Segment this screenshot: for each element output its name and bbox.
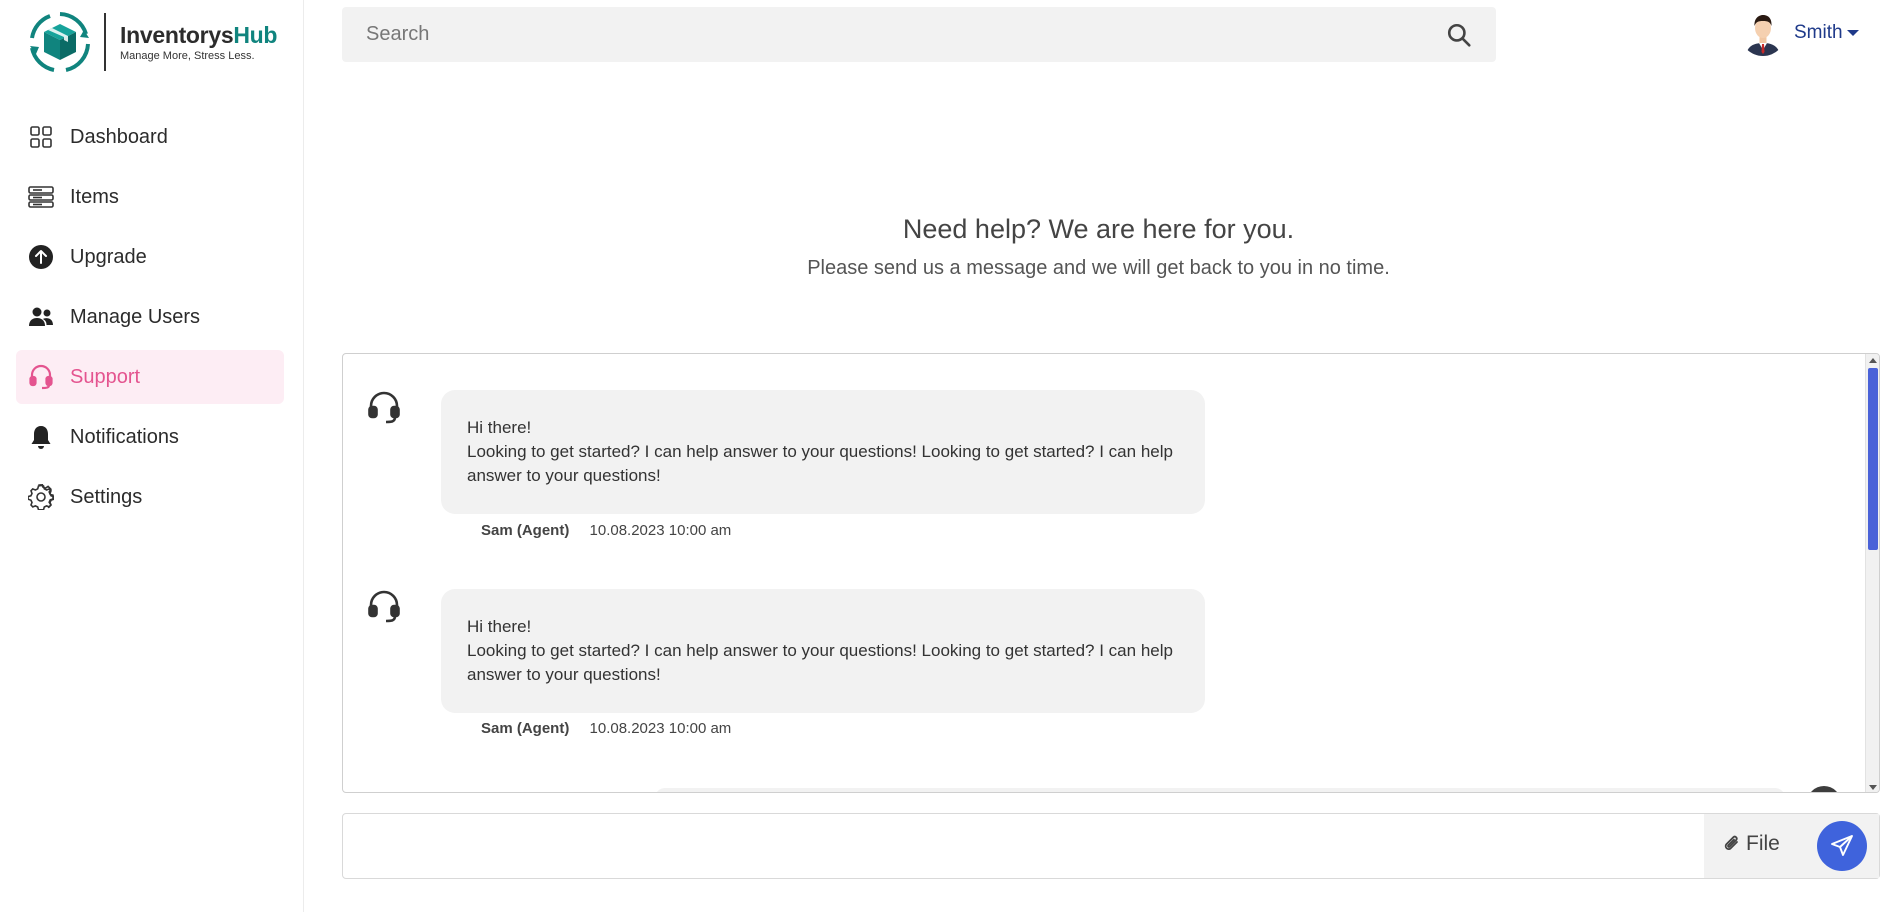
brand-name-part2: Hub	[233, 22, 278, 48]
message-greeting: Hi there!	[467, 617, 532, 636]
chat-message: Hi there! Looking to get started? I can …	[367, 390, 1227, 550]
sidebar-item-label: Notifications	[70, 425, 179, 448]
bell-icon	[28, 424, 54, 450]
search-input[interactable]	[366, 23, 1446, 46]
sidebar-item-label: Dashboard	[70, 125, 168, 148]
sidebar-nav: Dashboard Items Upgrade Manage Users Sup…	[16, 110, 284, 530]
sidebar: InventorysHub Manage More, Stress Less. …	[0, 0, 304, 912]
sidebar-item-manage-users[interactable]: Manage Users	[16, 290, 284, 344]
arrow-up-circle-icon	[28, 244, 54, 270]
agent-headset-icon	[368, 590, 400, 623]
sidebar-item-dashboard[interactable]: Dashboard	[16, 110, 284, 164]
paperclip-icon	[1724, 835, 1738, 850]
composer-actions: File	[1704, 814, 1879, 878]
page-subtitle: Please send us a message and we will get…	[807, 257, 1390, 279]
send-button[interactable]	[1817, 821, 1867, 871]
search-icon[interactable]	[1446, 22, 1472, 48]
message-body: Looking to get started? I can help answe…	[467, 442, 1173, 485]
brand-logo[interactable]: InventorysHub Manage More, Stress Less.	[26, 8, 277, 76]
scroll-up-arrow-icon[interactable]	[1869, 358, 1877, 363]
server-stack-icon	[28, 184, 54, 210]
message-body: Looking to get started? I can help answe…	[467, 641, 1173, 684]
sidebar-item-items[interactable]: Items	[16, 170, 284, 224]
user-name: Smith	[1794, 22, 1843, 43]
message-timestamp: 10.08.2023 10:00 am	[589, 720, 732, 737]
sidebar-item-support[interactable]: Support	[16, 350, 284, 404]
message-meta: Sam (Agent) 10.08.2023 10:00 am	[481, 522, 731, 539]
brand-name-part1: Inventorys	[120, 22, 234, 48]
message-input[interactable]	[355, 824, 1685, 868]
message-sender: Sam (Agent)	[481, 522, 570, 539]
headset-icon	[28, 364, 54, 390]
brand-tagline: Manage More, Stress Less.	[120, 50, 255, 62]
sidebar-item-label: Settings	[70, 485, 143, 508]
message-greeting: Hi there!	[467, 418, 532, 437]
message-meta: Sam (Agent) 10.08.2023 10:00 am	[481, 720, 731, 737]
message-timestamp: 10.08.2023 10:00 am	[589, 522, 732, 539]
grid-icon	[28, 124, 54, 150]
sidebar-item-settings[interactable]: Settings	[16, 470, 284, 524]
chat-message: Hi there! Looking to get started? I can …	[367, 589, 1227, 749]
logo-divider	[104, 13, 106, 71]
page-title: Need help? We are here for you.	[902, 214, 1295, 244]
paper-plane-icon	[1831, 835, 1853, 856]
sidebar-item-upgrade[interactable]: Upgrade	[16, 230, 284, 284]
attach-file-label: File	[1746, 832, 1780, 855]
scrollbar-thumb[interactable]	[1868, 368, 1878, 550]
message-bubble: Hi there! Looking to get started? I can …	[441, 589, 1205, 713]
chat-panel: Hi there! Looking to get started? I can …	[342, 353, 1880, 793]
message-sender: Sam (Agent)	[481, 720, 570, 737]
support-intro: Need help? We are here for you. Please s…	[304, 214, 1893, 280]
users-icon	[28, 304, 54, 330]
search-bar	[342, 7, 1496, 62]
brand-name: InventorysHub	[120, 22, 277, 48]
sidebar-item-label: Upgrade	[70, 245, 147, 268]
user-avatar-partial	[1807, 786, 1841, 792]
sidebar-item-label: Items	[70, 185, 119, 208]
logo-box-icon	[30, 12, 90, 72]
scroll-down-arrow-icon[interactable]	[1869, 785, 1877, 790]
gear-icon	[28, 484, 54, 510]
agent-headset-icon	[368, 391, 400, 424]
attach-file-button[interactable]: File	[1722, 832, 1780, 856]
chat-scrollbar[interactable]	[1865, 354, 1879, 792]
message-bubble-partial	[655, 788, 1785, 792]
sidebar-item-notifications[interactable]: Notifications	[16, 410, 284, 464]
sidebar-item-label: Manage Users	[70, 305, 201, 328]
message-bubble: Hi there! Looking to get started? I can …	[441, 390, 1205, 514]
user-menu[interactable]: Smith	[1740, 10, 1859, 56]
brand-text: InventorysHub Manage More, Stress Less.	[120, 22, 277, 62]
chevron-down-icon	[1846, 30, 1859, 36]
sidebar-item-label: Support	[70, 365, 141, 388]
avatar	[1740, 10, 1786, 56]
message-composer: File	[342, 813, 1880, 879]
